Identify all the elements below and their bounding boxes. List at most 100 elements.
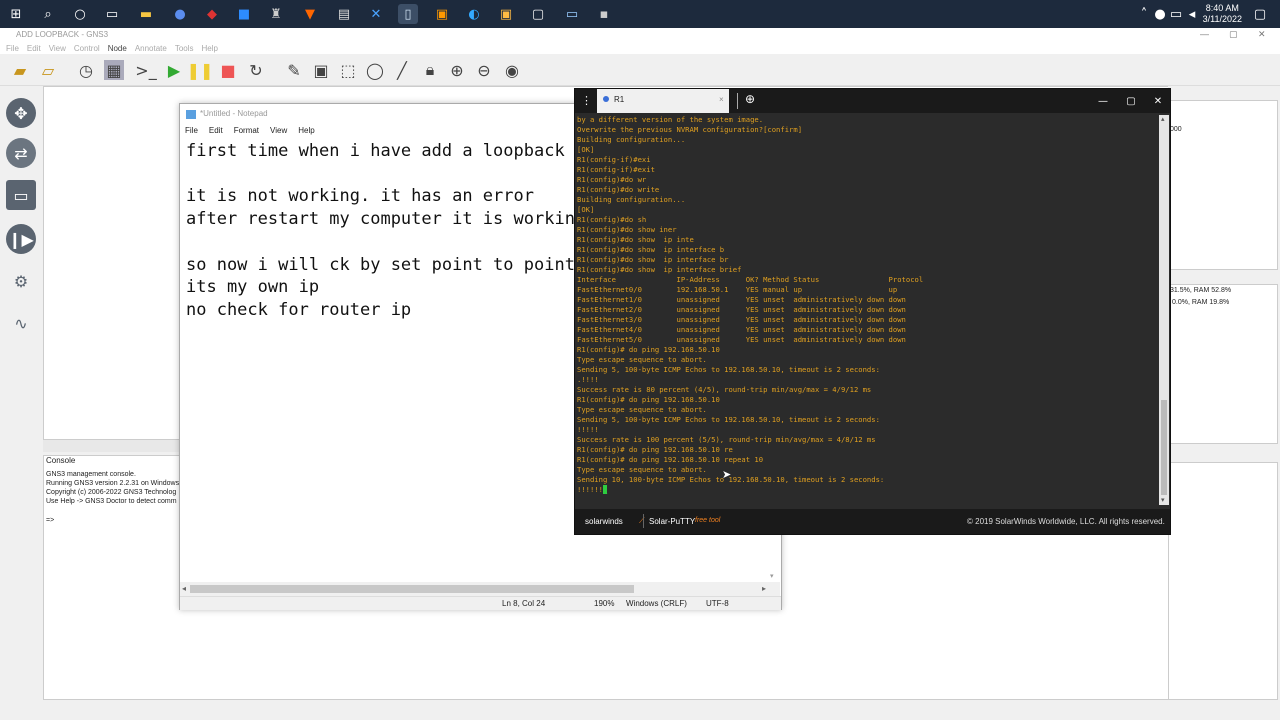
open-project-icon[interactable]: ▰ [10,60,30,80]
security-devices-icon[interactable]: ❙▶ [6,224,36,254]
zoom-in-icon[interactable]: ⊕ [447,60,467,80]
console-prompt[interactable]: => [46,517,54,524]
close-tab-icon[interactable]: × [719,95,724,104]
notepad-menu-bar: File Edit Format View Help [185,126,315,135]
terminal-line: Success rate is 100 percent (5/5), round… [577,435,876,444]
system-clock[interactable]: 8:40 AM 3/11/2022 [1203,3,1242,25]
menu-control[interactable]: Control [74,44,100,53]
notepad-menu-file[interactable]: File [185,126,198,135]
session-tab-r1[interactable]: R1 × [597,89,729,113]
notepad-horizontal-scrollbar[interactable]: ◂ ▸ [180,582,780,596]
menu-edit[interactable]: Edit [27,44,41,53]
screenshot-icon[interactable]: ◉ [502,60,522,80]
scroll-left-arrow-icon[interactable]: ◂ [182,584,186,593]
putty-maximize-button[interactable]: ▢ [1123,93,1139,109]
app-icon-window[interactable]: ▭ [562,4,582,24]
workspace-horizontal-scrollbar[interactable] [43,440,193,452]
putty-minimize-button[interactable]: — [1095,93,1111,109]
terminal-line: R1(config)#do show ip interface b [577,245,725,254]
volume-icon[interactable]: ◂ [1186,4,1198,24]
terminal-line: Type escape sequence to abort. [577,355,707,364]
scroll-down-arrow-icon[interactable]: ▾ [1161,496,1165,504]
menu-tools[interactable]: Tools [175,44,194,53]
app-icon-orange[interactable]: ▣ [432,4,452,24]
terminal-line: FastEthernet1/0 unassigned YES unset adm… [577,295,906,304]
app-icon-red[interactable]: ◆ [202,4,222,24]
gns3-menu-bar: File Edit View Control Node Annotate Too… [0,42,1280,54]
gns3-minimize-button[interactable]: — [1200,29,1209,39]
terminal-line: Sending 5, 100-byte ICMP Echos to 192.16… [577,415,880,424]
terminal-scrollbar-thumb[interactable] [1161,400,1167,495]
terminal-output[interactable]: by a different version of the system ima… [577,115,1159,505]
session-tab-label: R1 [614,95,625,104]
scroll-down-arrow-icon[interactable]: ▾ [770,572,774,580]
cortana-icon[interactable]: ○ [70,4,90,24]
start-all-icon[interactable]: ▶ [164,60,184,80]
gns3-window-title: ADD LOOPBACK - GNS3 [0,28,1280,42]
gns3-close-button[interactable]: ✕ [1258,29,1266,40]
app-icon-yellow[interactable]: ▣ [496,4,516,24]
search-icon[interactable]: ⌕ [38,4,58,24]
end-devices-icon[interactable]: ▭ [6,180,36,210]
notepad-menu-help[interactable]: Help [298,126,314,135]
terminal-line: FastEthernet5/0 unassigned YES unset adm… [577,335,906,344]
file-explorer-icon[interactable]: ▬ [136,4,156,24]
notepad-menu-view[interactable]: View [270,126,287,135]
brave-icon[interactable]: ▼ [300,4,320,24]
scrollbar-thumb[interactable] [190,585,634,593]
show-grid-icon[interactable]: ▦ [104,60,124,80]
suspend-all-icon[interactable]: ❚❚ [187,60,214,80]
stop-all-icon[interactable]: ■ [218,60,238,80]
scroll-up-arrow-icon[interactable]: ▴ [1161,115,1165,123]
menu-file[interactable]: File [6,44,19,53]
menu-node[interactable]: Node [108,44,127,53]
app-icon-blue[interactable]: ● [170,4,190,24]
zoom-out-icon[interactable]: ⊖ [474,60,494,80]
task-view-icon[interactable]: ▭ [102,4,122,24]
notepad-menu-format[interactable]: Format [234,126,259,135]
scroll-right-arrow-icon[interactable]: ▸ [762,584,766,593]
terminal-line: Building configuration... [577,195,686,204]
notepad-taskbar-icon[interactable]: ▯ [398,4,418,24]
document-app-icon[interactable]: ▤ [334,4,354,24]
switches-icon[interactable]: ⇄ [6,138,36,168]
putty-close-button[interactable]: ✕ [1150,93,1166,109]
notification-icon[interactable]: ▢ [1250,4,1270,24]
all-devices-icon[interactable]: ⚙ [6,266,36,296]
network-icon[interactable]: ▭ [1170,4,1182,24]
add-note-icon[interactable]: ✎ [284,60,304,80]
menu-view[interactable]: View [49,44,66,53]
draw-ellipse-icon[interactable]: ◯ [365,60,385,80]
new-session-icon[interactable]: ⊕ [745,92,755,106]
zoom-icon[interactable]: ■ [234,4,254,24]
draw-rectangle-icon[interactable]: ⬚ [338,60,358,80]
draw-line-icon[interactable]: ╱ [392,60,412,80]
terminal-scrollbar[interactable]: ▴ ▾ [1159,115,1169,505]
network-app-icon[interactable]: ♜ [266,4,286,24]
microphone-icon[interactable]: ● [1154,4,1166,24]
menu-annotate[interactable]: Annotate [135,44,167,53]
tray-chevron-icon[interactable]: ˄ [1138,4,1150,24]
snapshot-clock-icon[interactable]: ◷ [76,60,96,80]
terminal-cursor: _ [602,485,608,494]
topology-summary-panel [1168,100,1278,270]
menu-help[interactable]: Help [202,44,218,53]
terminal-line: Success rate is 80 percent (4/5), round-… [577,385,872,394]
insert-picture-icon[interactable]: ▣ [311,60,331,80]
reload-icon[interactable]: ↻ [246,60,266,80]
terminal-taskbar-icon[interactable]: ▪ [594,4,614,24]
windows-start-icon[interactable]: ⊞ [6,4,26,24]
edge-icon[interactable]: ◐ [464,4,484,24]
console-all-icon[interactable]: >_ [135,60,156,80]
menu-kebab-icon[interactable]: ⋮ [581,94,592,107]
open-folder-icon[interactable]: ▱ [38,60,58,80]
add-link-icon[interactable]: ∿ [6,308,36,338]
lock-icon[interactable]: 🔒︎ [420,60,440,80]
routers-icon[interactable]: ✥ [6,98,36,128]
app-icon-x[interactable]: ✕ [366,4,386,24]
notepad-menu-edit[interactable]: Edit [209,126,223,135]
terminal-line: Overwrite the previous NVRAM configurati… [577,125,803,134]
gns3-maximize-button[interactable]: ▢ [1229,29,1238,40]
app-icon-white[interactable]: ▢ [528,4,548,24]
terminal-line: R1(config)# do ping 192.168.50.10 repeat… [577,455,764,464]
